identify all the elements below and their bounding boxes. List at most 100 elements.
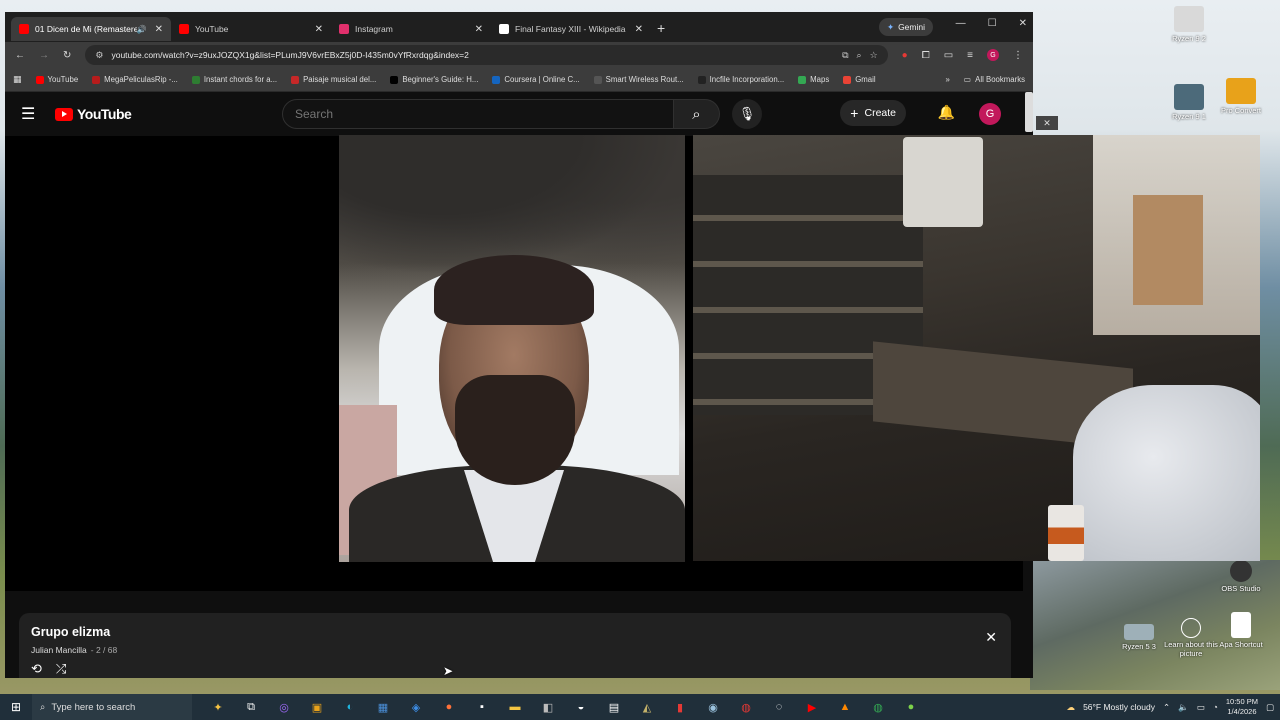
bookmark-megapeliculas[interactable]: MegaPeliculasRip -...	[92, 75, 178, 84]
bookmark-instant-chords[interactable]: Instant chords for a...	[191, 75, 277, 84]
tab-close-icon[interactable]: ✕	[635, 24, 643, 35]
bookmark-gmail[interactable]: Gmail	[843, 75, 876, 84]
weather-text[interactable]: 56°F Mostly cloudy	[1083, 702, 1155, 712]
bookmark-incfile[interactable]: Incfile Incorporation...	[697, 75, 784, 84]
chrome-icon[interactable]: ◍	[736, 698, 756, 716]
notifications-icon[interactable]: ▢	[1266, 702, 1274, 713]
all-bookmarks-folder[interactable]: ▭ All Bookmarks	[964, 75, 1025, 84]
app-icon[interactable]: ◧	[538, 698, 558, 716]
cup	[1048, 505, 1084, 561]
app-icon[interactable]: ◈	[406, 698, 426, 716]
monitor-icon	[1174, 84, 1204, 110]
minimize-icon[interactable]: —	[956, 18, 966, 29]
youtube-avatar[interactable]: G	[979, 103, 1001, 125]
bookmark-coursera[interactable]: Coursera | Online C...	[492, 75, 580, 84]
bookmark-smart-wireless[interactable]: Smart Wireless Rout...	[593, 75, 684, 84]
media-controls-icon[interactable]: ≡	[967, 50, 973, 61]
tab-strip: 01 Dicen de Mi (Remastere 🔊 ✕ YouTube ✕ …	[5, 12, 1033, 42]
tab-close-icon[interactable]: ✕	[155, 24, 163, 35]
shuffle-icon[interactable]: ⤮	[56, 661, 66, 677]
reload-icon[interactable]: ↻	[63, 50, 71, 61]
tab-youtube[interactable]: YouTube ✕	[171, 17, 331, 41]
playlist-close-icon[interactable]: ✕	[985, 629, 997, 646]
site-info-icon[interactable]: ⚙	[95, 50, 103, 61]
tray-app-icon[interactable]: ◔	[1213, 702, 1218, 712]
close-window-icon[interactable]: ✕	[1019, 18, 1027, 29]
youtube-icon[interactable]: ▶	[802, 698, 822, 716]
start-button[interactable]: ⊞	[0, 700, 32, 714]
blanket	[1073, 385, 1260, 561]
volume-icon[interactable]: 🔈	[1178, 702, 1189, 713]
forward-arrow-icon[interactable]: →	[39, 50, 49, 61]
steam-icon[interactable]: ◉	[703, 698, 723, 716]
desktop-icon-obs[interactable]: OBS Studio	[1210, 560, 1272, 593]
playlist-meta: Julian Mancilla - 2 / 68	[31, 645, 999, 655]
install-app-icon[interactable]: ⧉	[842, 50, 848, 61]
page-scrollbar[interactable]	[1025, 92, 1033, 132]
app-icon[interactable]: ▪	[472, 698, 492, 716]
tab-instagram[interactable]: Instagram ✕	[331, 17, 491, 41]
search-input[interactable]	[282, 99, 674, 129]
tab-dicen-de-mi[interactable]: 01 Dicen de Mi (Remastere 🔊 ✕	[11, 17, 171, 41]
computer-icon	[1174, 6, 1204, 32]
extensions-puzzle-icon[interactable]: ⧠	[922, 50, 930, 61]
app-icon[interactable]: ▦	[373, 698, 393, 716]
loop-icon[interactable]: ⟲	[31, 661, 42, 677]
bookmark-youtube[interactable]: YouTube	[35, 75, 78, 84]
apps-grid-icon[interactable]: ▦	[13, 74, 22, 85]
youtube-logo[interactable]: YouTube	[55, 106, 132, 122]
file-explorer-icon[interactable]: ▬	[505, 698, 525, 716]
clock[interactable]: 10:50 PM 1/4/2026	[1226, 697, 1258, 717]
new-tab-button[interactable]: +	[657, 20, 665, 36]
create-button[interactable]: + Create	[840, 100, 906, 126]
search-button[interactable]: ⌕	[674, 99, 720, 129]
copilot-icon[interactable]: ✦	[208, 698, 228, 716]
app-icon[interactable]: ◌	[769, 698, 789, 716]
network-icon[interactable]: ▭	[1197, 702, 1205, 713]
tab-close-icon[interactable]: ✕	[315, 24, 323, 35]
edge-icon[interactable]: ◐	[340, 698, 360, 716]
maximize-icon[interactable]: ☐	[988, 18, 997, 29]
desktop-icon-pro-convert[interactable]: Pro Convert	[1210, 78, 1272, 115]
tray-chevron-icon[interactable]: ⌃	[1163, 702, 1170, 713]
gemini-button[interactable]: ✦ Gemini	[878, 18, 933, 36]
app-icon[interactable]: ●	[901, 698, 921, 716]
desktop-icon-ryzen-9-2[interactable]: Ryzen 9 2	[1158, 6, 1220, 43]
vlc-icon[interactable]: ▲	[835, 698, 855, 716]
more-bookmarks-chevron-icon[interactable]: »	[945, 75, 949, 84]
playlist-more-icon[interactable]: ⋮	[983, 677, 995, 678]
notifications-bell-icon[interactable]: 🔔	[938, 104, 955, 121]
speaker-icon[interactable]: 🔊	[137, 25, 147, 34]
address-bar[interactable]: ⚙ youtube.com/watch?v=z9uxJOZQX1g&list=P…	[85, 45, 888, 65]
tab-close-icon[interactable]: ✕	[475, 24, 483, 35]
app-circle-icon[interactable]: ◎	[274, 698, 294, 716]
bookmark-paisaje-musical[interactable]: Paisaje musical del...	[291, 75, 376, 84]
firefox-icon[interactable]: ●	[439, 698, 459, 716]
app-icon[interactable]: ◒	[571, 698, 591, 716]
bookmark-maps[interactable]: Maps	[798, 75, 829, 84]
desktop-icon-apa-shortcut[interactable]: Apa Shortcut	[1210, 612, 1272, 649]
tab-wikipedia[interactable]: Final Fantasy XIII - Wikipedia ✕	[491, 17, 651, 41]
app-icon[interactable]: ▮	[670, 698, 690, 716]
gmail-icon	[843, 75, 852, 84]
zoom-icon[interactable]: ⌕	[857, 50, 862, 61]
task-view-icon[interactable]: ⧉	[241, 698, 261, 716]
bookmark-star-icon[interactable]: ☆	[870, 50, 878, 61]
side-panel-icon[interactable]: ▭	[944, 50, 953, 61]
voice-search-button[interactable]: 🎙	[732, 99, 762, 129]
hamburger-menu-icon[interactable]: ☰	[21, 104, 41, 124]
overlay-close-icon[interactable]: ✕	[1036, 116, 1058, 130]
app-icon[interactable]: ▣	[307, 698, 327, 716]
back-arrow-icon[interactable]: ←	[15, 50, 25, 61]
app-icon[interactable]: ◭	[637, 698, 657, 716]
profile-avatar[interactable]: G	[987, 49, 999, 61]
taskbar-search[interactable]: ⌕ Type here to search	[32, 694, 192, 720]
youtube-favicon-icon	[179, 24, 189, 34]
menu-kebab-icon[interactable]: ⋮	[1013, 50, 1023, 61]
chrome-icon[interactable]: ◍	[868, 698, 888, 716]
bookmark-beginners-guide[interactable]: Beginner's Guide: H...	[390, 75, 478, 84]
playlist-title[interactable]: Grupo elizma	[31, 625, 999, 639]
calculator-icon[interactable]: ▤	[604, 698, 624, 716]
playlist-owner[interactable]: Julian Mancilla	[31, 645, 87, 655]
extension-icon[interactable]: ●	[902, 50, 908, 61]
